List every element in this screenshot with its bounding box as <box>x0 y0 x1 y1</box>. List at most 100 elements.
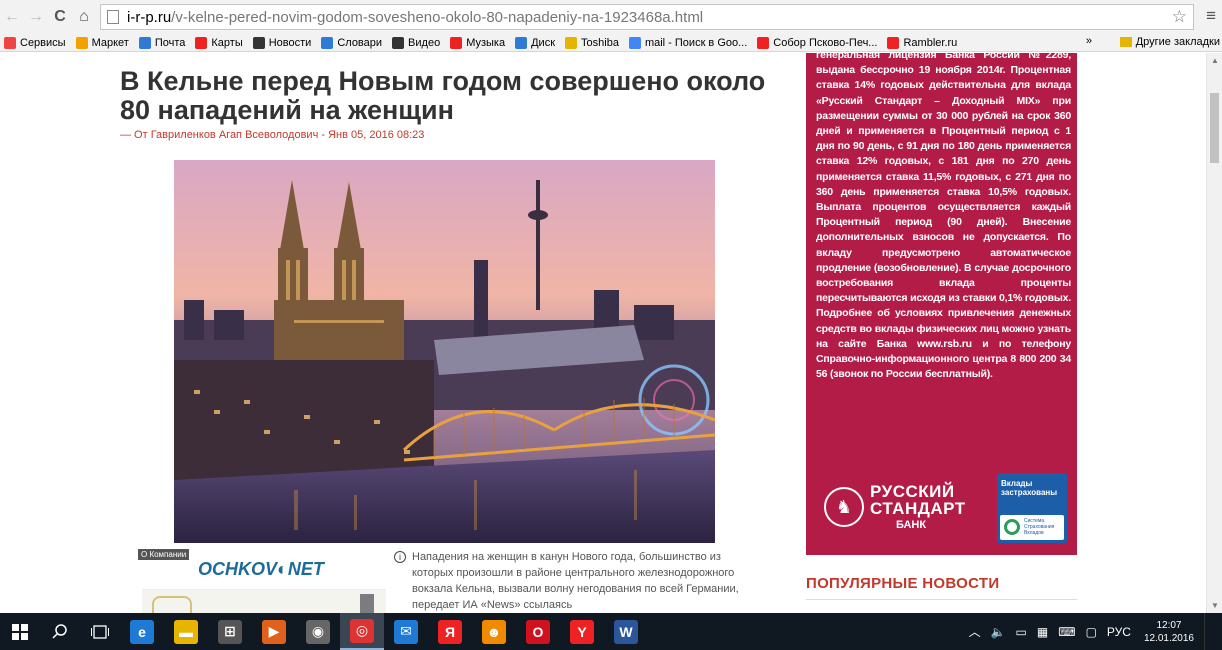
taskbar-app[interactable]: e <box>120 613 164 650</box>
insurance-sub: Система Страхования Вкладов <box>1024 518 1055 536</box>
bookmark-item[interactable]: Toshiba <box>565 36 619 49</box>
yandex-icon <box>887 36 900 49</box>
bookmark-item[interactable]: Собор Псково-Печ... <box>757 36 878 49</box>
start-button[interactable] <box>0 613 40 650</box>
taskbar-app[interactable]: Y <box>560 613 604 650</box>
reload-button[interactable]: C <box>48 5 72 29</box>
music-icon <box>450 36 463 49</box>
bookmark-star-icon[interactable]: ☆ <box>1172 7 1187 27</box>
apps-grid-icon <box>4 36 16 49</box>
bookmark-label: mail - Поиск в Goo... <box>644 36 748 49</box>
bookmark-label: Новости <box>268 36 312 49</box>
ad-image[interactable] <box>142 589 386 613</box>
back-button[interactable]: ← <box>0 5 24 29</box>
home-button[interactable]: ⌂ <box>72 5 96 29</box>
bookmark-label: Почта <box>154 36 186 49</box>
ad-logo[interactable]: OCHKOV◐NET <box>198 559 324 580</box>
bookmark-item[interactable]: Словари <box>321 36 383 49</box>
clock[interactable]: 12:07 12.01.2016 <box>1144 619 1194 645</box>
bookmark-item[interactable]: Диск <box>515 36 556 49</box>
media-player-icon: ▶ <box>262 619 286 644</box>
bookmark-item[interactable]: Музыка <box>450 36 505 49</box>
forward-button[interactable]: → <box>24 5 48 29</box>
language-indicator[interactable]: РУС <box>1107 625 1131 639</box>
google-icon <box>628 36 641 49</box>
yandex-browser-icon: Y <box>570 619 594 644</box>
divider <box>806 599 1077 600</box>
search-button[interactable] <box>40 613 80 650</box>
clock-date: 12.01.2016 <box>1143 632 1194 644</box>
taskbar-app[interactable]: ☻ <box>472 613 516 650</box>
insurance-label: Вклады застрахованы <box>1001 479 1058 497</box>
bookmark-item[interactable]: Маркет <box>75 36 129 49</box>
search-icon <box>52 623 67 639</box>
bookmark-item[interactable]: Rambler.ru <box>887 36 957 49</box>
opera-icon: O <box>526 619 550 644</box>
taskbar-app[interactable]: ◎ <box>340 613 384 650</box>
page-content: В Кельне перед Новым годом совершено око… <box>0 53 1206 613</box>
keyboard-icon[interactable]: ⌨ <box>1058 625 1075 639</box>
bookmark-item[interactable]: Видео <box>392 36 441 49</box>
url-path: /v-kelne-pered-novim-godom-sovesheno-oko… <box>171 8 704 26</box>
article-title: В Кельне перед Новым годом совершено око… <box>120 66 766 125</box>
bookmarks-bar: Сервисы Маркет Почта Карты Новости Словари Вид… <box>0 34 1222 52</box>
scroll-down-icon[interactable]: ▼ <box>1211 601 1219 610</box>
task-view-icon <box>91 624 109 639</box>
article-photo <box>174 160 715 543</box>
lion-emblem-icon: ♞ <box>824 487 864 527</box>
disc-app-icon: ◉ <box>306 619 330 644</box>
windows-taskbar: e ▬ ⊞ ▶ ◉ ◎ ✉ Я ☻ O Y W ︿ 🔈 ▭ ▦ ⌨ ▢ РУС 12:07 12.01… <box>0 613 1222 650</box>
other-bookmarks[interactable]: Другие закладки <box>1119 36 1220 48</box>
task-view-button[interactable] <box>80 613 120 650</box>
page-scrollbar[interactable]: ▲ ▼ <box>1206 53 1222 613</box>
volume-icon[interactable]: 🔈 <box>991 625 1006 639</box>
taskbar-app[interactable]: ▬ <box>164 613 208 650</box>
network-icon[interactable]: ▦ <box>1037 625 1048 639</box>
bookmark-label: Словари <box>337 36 383 49</box>
bookmark-item[interactable]: Сервисы <box>4 36 66 49</box>
ad-block[interactable]: О Компании OCHKOV◐NET <box>138 549 390 613</box>
taskbar-app[interactable]: W <box>604 613 648 650</box>
bookmark-label: Собор Псково-Печ... <box>773 36 878 49</box>
taskbar-app[interactable]: O <box>516 613 560 650</box>
taskbar-app[interactable]: ◉ <box>296 613 340 650</box>
ad-tag[interactable]: О Компании <box>138 549 190 560</box>
page-icon <box>107 10 119 24</box>
taskbar-app[interactable]: Я <box>428 613 472 650</box>
tray-expand-icon[interactable]: ︿ <box>969 623 981 640</box>
bookmark-item[interactable]: Карты <box>195 36 243 49</box>
market-icon <box>75 36 88 49</box>
clock-time: 12:07 <box>1156 619 1182 631</box>
bookmark-label: Маркет <box>91 36 129 49</box>
map-pin-icon <box>195 36 208 49</box>
bank-ad-banner[interactable]: генеральная лицензия Банка России №2289,… <box>806 53 1077 555</box>
bookmark-label: Диск <box>531 36 556 49</box>
article-byline[interactable]: — От Гавриленков Агап Всеволодович - Янв… <box>120 129 424 141</box>
russian-standard-logo: ♞ РУССКИЙ СТАНДАРТ БАНК <box>824 477 979 537</box>
dictionary-icon <box>321 36 334 49</box>
taskbar-app[interactable]: ⊞ <box>208 613 252 650</box>
show-desktop-button[interactable] <box>1204 613 1222 650</box>
bookmarks-more-button[interactable]: » <box>1086 35 1092 47</box>
bookmark-item[interactable]: mail - Поиск в Goo... <box>628 36 748 49</box>
folder-icon <box>565 36 578 49</box>
bookmark-item[interactable]: Почта <box>138 36 186 49</box>
bank-name-line2: СТАНДАРТ <box>870 499 966 518</box>
browser-toolbar: ← → C ⌂ i-r-p.ru /v-kelne-pered-novim-go… <box>0 0 1222 34</box>
ad-item-icon <box>360 594 374 613</box>
folder-icon <box>1119 37 1132 47</box>
taskbar-app[interactable]: ▶ <box>252 613 296 650</box>
chat-icon[interactable]: ▢ <box>1086 625 1097 639</box>
taskbar-app[interactable]: ✉ <box>384 613 428 650</box>
scroll-up-icon[interactable]: ▲ <box>1211 56 1219 65</box>
yandex-icon: Я <box>438 619 462 644</box>
disk-icon <box>515 36 528 49</box>
news-icon <box>252 36 265 49</box>
bookmark-item[interactable]: Новости <box>252 36 312 49</box>
battery-icon[interactable]: ▭ <box>1016 625 1027 639</box>
chrome-menu-icon[interactable]: ≡ <box>1206 6 1216 26</box>
bookmark-label: Видео <box>408 36 441 49</box>
address-bar[interactable]: i-r-p.ru /v-kelne-pered-novim-godom-sove… <box>100 4 1194 30</box>
scroll-thumb[interactable] <box>1210 93 1219 163</box>
edge-icon: e <box>130 619 154 644</box>
